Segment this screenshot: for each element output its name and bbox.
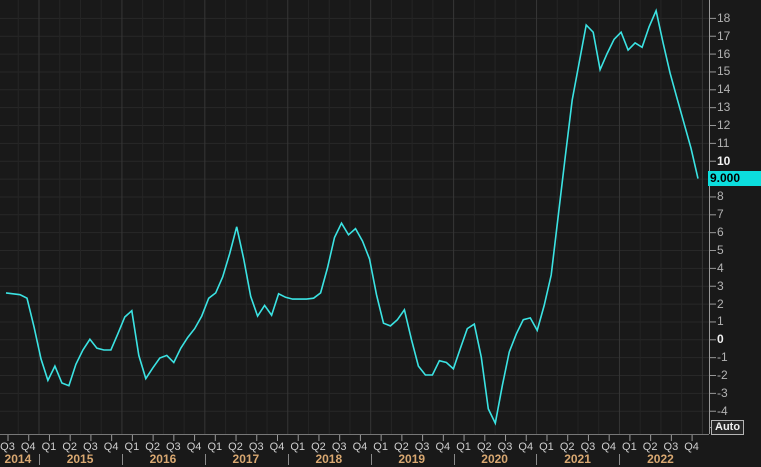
year-separator xyxy=(121,454,123,465)
y-axis-label: -1 xyxy=(717,350,728,365)
y-axis-label: -3 xyxy=(717,385,728,400)
quarter-label: Q4 xyxy=(435,441,451,453)
y-axis-label: 4 xyxy=(717,260,724,275)
year-label: 2016 xyxy=(149,452,177,466)
year-separator xyxy=(536,454,538,465)
y-axis-label: 6 xyxy=(717,225,724,240)
year-separator xyxy=(204,454,206,465)
year-label: 2018 xyxy=(315,452,343,466)
year-separator xyxy=(619,454,621,465)
quarter-label: Q4 xyxy=(601,441,616,453)
y-axis-label: 8 xyxy=(717,189,724,204)
y-axis-label: -4 xyxy=(717,403,728,418)
last-value-text: 9.000 xyxy=(710,171,741,185)
quarter-label: Q4 xyxy=(684,441,699,453)
quarter-label: Q4 xyxy=(518,441,534,453)
year-separator xyxy=(287,454,289,465)
y-axis-label: 1 xyxy=(717,314,724,329)
year-separator xyxy=(38,454,40,465)
quarter-label: Q4 xyxy=(103,441,119,453)
y-axis-label: 12 xyxy=(717,118,731,133)
y-axis-label: 14 xyxy=(717,82,731,97)
y-axis-label: 5 xyxy=(717,243,724,257)
y-axis-label: 10 xyxy=(717,153,731,168)
last-value-badge: 9.000 xyxy=(708,171,761,186)
year-label: 2021 xyxy=(564,452,591,466)
axes xyxy=(0,0,716,441)
year-separator xyxy=(370,454,372,465)
y-axis-label: 11 xyxy=(717,135,730,150)
y-axis-label: 15 xyxy=(717,64,731,79)
year-label: 2022 xyxy=(647,452,674,466)
year-label: 2020 xyxy=(481,452,508,466)
plot-area[interactable] xyxy=(0,0,761,467)
price-line-series xyxy=(5,8,699,426)
year-label: 2017 xyxy=(232,452,260,466)
y-axis-label: 3 xyxy=(717,278,724,293)
y-axis-label: 7 xyxy=(717,207,724,222)
y-axis-label: -2 xyxy=(717,368,728,382)
quarter-label: Q4 xyxy=(269,441,285,453)
year-label: 2014 xyxy=(4,452,32,466)
y-axis-label: 0 xyxy=(717,332,724,347)
quarter-label: Q4 xyxy=(186,441,202,453)
year-separator xyxy=(453,454,455,465)
y-axis-label: 17 xyxy=(717,28,731,43)
auto-scale-button[interactable]: Auto xyxy=(711,420,745,435)
y-axis-label: 18 xyxy=(717,10,731,25)
y-axis-label: 13 xyxy=(717,100,731,115)
y-axis-label: 16 xyxy=(717,46,731,61)
year-label: 2019 xyxy=(398,452,426,466)
quarter-label: Q4 xyxy=(352,441,368,453)
price-chart-panel: 18 17 16 15 14 13 12 11 10 8 7 6 5 4 3 2 1 0 -1 -2 -3 -4 Q3 Q4… xyxy=(0,0,761,467)
year-label: 2015 xyxy=(66,452,94,466)
y-axis-label: 2 xyxy=(717,296,724,311)
